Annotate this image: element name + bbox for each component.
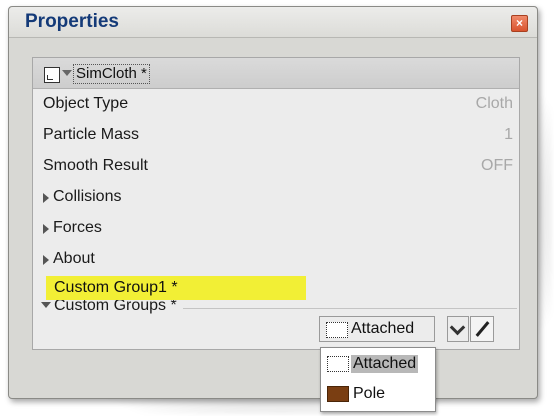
- node-name[interactable]: SimCloth *: [73, 64, 150, 84]
- property-label: Particle Mass: [43, 126, 140, 143]
- node-icon[interactable]: [44, 67, 60, 83]
- expand-arrow-icon[interactable]: [43, 193, 49, 203]
- brown-swatch-icon: [327, 386, 349, 402]
- group-type-combobox[interactable]: Attached: [319, 316, 435, 342]
- property-value[interactable]: 1: [504, 126, 513, 144]
- node-header: SimCloth *: [33, 58, 519, 89]
- close-button[interactable]: ×: [511, 15, 528, 32]
- property-row-object-type[interactable]: Object Type Cloth: [33, 88, 519, 119]
- option-label: Attached: [351, 355, 419, 373]
- chevron-down-icon: [449, 319, 466, 336]
- section-label: Collisions: [53, 188, 122, 205]
- property-label: Object Type: [43, 95, 129, 112]
- section-about[interactable]: About: [33, 243, 519, 274]
- property-panel: SimCloth * Object Type Cloth Particle Ma…: [32, 57, 520, 350]
- property-row-smooth-result[interactable]: Smooth Result OFF: [33, 150, 519, 181]
- empty-swatch-icon: [326, 322, 348, 338]
- group-type-dropdown: Attached Pole: [320, 347, 436, 412]
- close-icon: ×: [515, 16, 523, 30]
- window-title: Properties: [25, 11, 119, 32]
- section-label: Forces: [53, 219, 102, 236]
- collapse-arrow-icon[interactable]: [62, 70, 72, 76]
- option-label: Pole: [353, 385, 386, 402]
- property-label: Smooth Result: [43, 157, 148, 174]
- empty-swatch-icon: [327, 356, 349, 372]
- combobox-value: Attached: [351, 320, 415, 337]
- property-value[interactable]: Cloth: [476, 95, 513, 113]
- custom-group-item[interactable]: Custom Group1 *: [46, 276, 306, 300]
- title-bar[interactable]: Properties ×: [9, 7, 537, 38]
- dropdown-toggle-button[interactable]: [447, 316, 469, 342]
- expand-arrow-icon[interactable]: [43, 255, 49, 265]
- section-forces[interactable]: Forces: [33, 212, 519, 243]
- section-collisions[interactable]: Collisions: [33, 181, 519, 212]
- collapse-arrow-icon[interactable]: [41, 301, 51, 308]
- dropdown-option-attached[interactable]: Attached: [321, 350, 435, 378]
- property-row-particle-mass[interactable]: Particle Mass 1: [33, 119, 519, 150]
- property-value[interactable]: OFF: [481, 157, 513, 175]
- expand-arrow-icon[interactable]: [43, 224, 49, 234]
- section-label: About: [53, 250, 95, 267]
- dropdown-option-pole[interactable]: Pole: [321, 380, 435, 408]
- eyedropper-button[interactable]: [470, 316, 494, 342]
